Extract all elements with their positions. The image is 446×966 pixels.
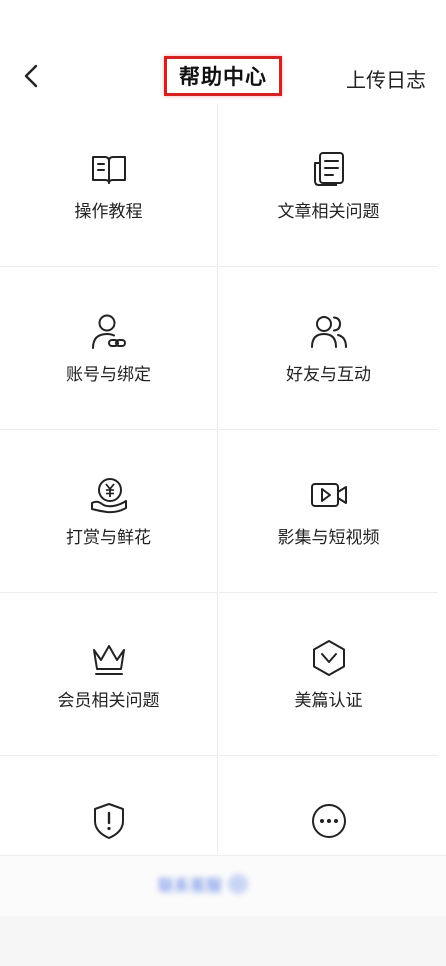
category-albums-videos[interactable]: 影集与短视频 [219,430,438,593]
crown-icon [92,645,125,675]
category-label: 操作教程 [74,202,143,222]
tutorial-book-icon [91,156,126,184]
footer-spacer [0,916,446,966]
back-button[interactable] [14,60,50,96]
category-label: 影集与短视频 [277,528,380,548]
account-link-icon [91,314,126,349]
video-camera-icon [310,483,347,507]
bottom-contact-bar: 联系客服 [0,855,446,916]
help-category-grid: 操作教程 文章相关问题 账号与绑定 好友与互动 打赏与鲜花 影集与短视频 会员相… [0,104,438,854]
article-doc-icon [313,152,344,186]
category-label: 好友与互动 [286,365,371,385]
category-other[interactable] [219,756,438,854]
chevron-left-icon [24,64,38,88]
category-tips-flowers[interactable]: 打赏与鲜花 [0,430,218,593]
category-account-binding[interactable]: 账号与绑定 [0,267,218,430]
category-label: 美篇认证 [294,691,363,711]
category-article-issues[interactable]: 文章相关问题 [219,104,438,267]
friends-icon [310,316,347,348]
category-certification[interactable]: 美篇认证 [219,593,438,756]
hexagon-check-icon [312,640,345,676]
chat-icon [228,874,249,894]
header-bar: 帮助中心 上传日志 [0,0,446,104]
category-label: 会员相关问题 [57,691,160,711]
more-dots-icon [311,804,346,838]
page-title: 帮助中心 [179,65,267,89]
category-label: 账号与绑定 [66,365,151,385]
title-highlight-box: 帮助中心 [164,56,282,96]
category-label: 文章相关问题 [277,202,380,222]
category-label: 打赏与鲜花 [66,528,151,548]
yen-hand-icon [90,478,127,514]
contact-service-button[interactable]: 联系客服 [158,872,249,896]
category-friends-interaction[interactable]: 好友与互动 [219,267,438,430]
category-tutorial[interactable]: 操作教程 [0,104,218,267]
upload-log-button[interactable]: 上传日志 [346,64,426,93]
category-report[interactable] [0,756,218,854]
shield-alert-icon [93,803,124,839]
contact-label: 联系客服 [158,876,223,895]
category-membership[interactable]: 会员相关问题 [0,593,218,756]
